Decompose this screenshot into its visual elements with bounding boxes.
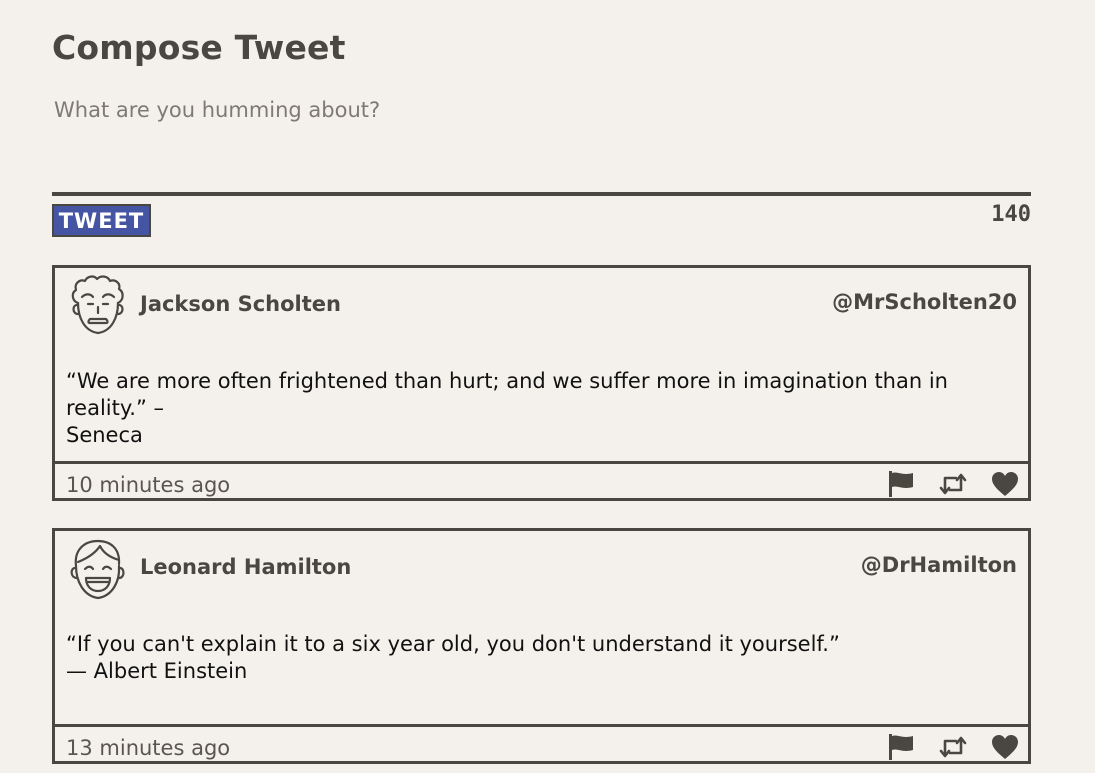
compose-input[interactable]	[52, 96, 1034, 194]
laughing-avatar-icon	[70, 539, 125, 600]
tweet-timestamp: 13 minutes ago	[66, 736, 231, 760]
tweet-card: Leonard Hamilton @DrHamilton “If you can…	[52, 528, 1031, 764]
flag-icon[interactable]	[886, 470, 916, 498]
tweet-card: Jackson Scholten @MrScholten20 “We are m…	[52, 265, 1031, 501]
compose-title: Compose Tweet	[52, 28, 346, 67]
tweet-actions	[886, 469, 1020, 499]
retweet-icon[interactable]	[938, 470, 968, 498]
tweet-button[interactable]: TWEET	[52, 204, 151, 237]
author-name[interactable]: Jackson Scholten	[140, 292, 341, 316]
tweet-text: “If you can't explain it to a six year o…	[66, 632, 840, 683]
author-handle[interactable]: @MrScholten20	[832, 290, 1017, 314]
flag-icon[interactable]	[886, 733, 916, 761]
tweet-text: “We are more often frightened than hurt;…	[66, 369, 948, 447]
author-name[interactable]: Leonard Hamilton	[140, 555, 351, 579]
tweet-actions	[886, 732, 1020, 762]
author-handle[interactable]: @DrHamilton	[861, 553, 1017, 577]
character-counter: 140	[991, 202, 1031, 227]
compose-divider	[52, 192, 1031, 196]
tweet-timestamp: 10 minutes ago	[66, 473, 231, 497]
tweet-divider	[55, 461, 1028, 464]
heart-icon[interactable]	[990, 733, 1020, 761]
curly-hair-avatar-icon	[71, 275, 124, 335]
heart-icon[interactable]	[990, 470, 1020, 498]
page: Compose Tweet TWEET 140 Jackson Scholten…	[0, 0, 1095, 773]
retweet-icon[interactable]	[938, 733, 968, 761]
tweet-divider	[55, 724, 1028, 727]
